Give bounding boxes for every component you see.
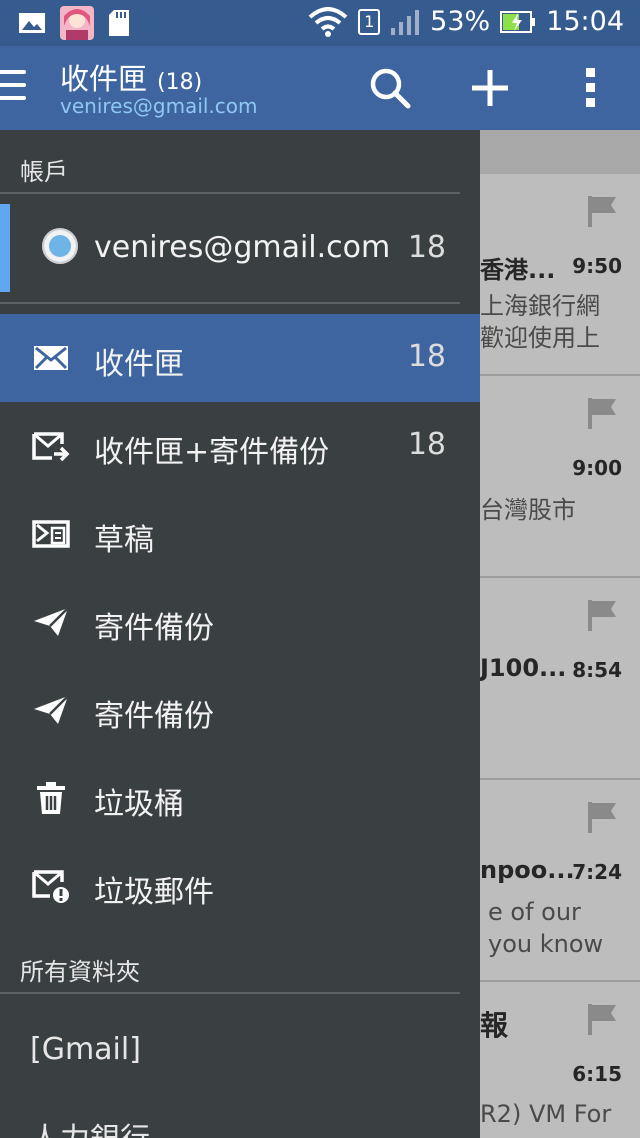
overflow-icon[interactable] xyxy=(566,64,614,112)
message-preview: you know xyxy=(488,930,604,958)
message-preview: R2) VM For xyxy=(480,1100,612,1128)
folder-drafts[interactable]: 草稿 xyxy=(0,490,480,578)
folder-sent[interactable]: 寄件備份 xyxy=(0,578,480,666)
message-list-background: 香港... 9:50 上海銀行網 歡迎使用上 9:00 台灣股市 J100...… xyxy=(480,130,640,1138)
account-item[interactable]: venires@gmail.com 18 xyxy=(0,204,480,294)
spam-icon xyxy=(32,870,69,903)
unread-count: (18) xyxy=(157,70,203,95)
folder-trash[interactable]: 垃圾桶 xyxy=(0,754,480,842)
account-subtitle: venires@gmail.com xyxy=(60,94,258,118)
add-icon[interactable] xyxy=(466,64,514,112)
message-preview: 上海銀行網 xyxy=(480,292,600,320)
message-preview: 台灣股市 xyxy=(480,496,576,524)
message-subject: 香港... xyxy=(480,256,556,284)
folder-inbox-sent[interactable]: 收件匣+寄件備份 18 xyxy=(0,402,480,490)
folder-label: 收件匣+寄件備份 xyxy=(94,435,330,470)
flag-icon[interactable] xyxy=(586,1002,620,1036)
drafts-icon xyxy=(32,520,70,548)
account-color-bar xyxy=(0,204,10,292)
app-avatar-icon xyxy=(60,6,94,40)
list-item[interactable]: 9:00 台灣股市 xyxy=(480,376,640,578)
folder-sent-2[interactable]: 寄件備份 xyxy=(0,666,480,754)
message-time: 7:24 xyxy=(572,860,622,884)
folder-job-bank[interactable]: 人力銀行 xyxy=(30,1114,150,1138)
message-subject: J100... xyxy=(480,654,567,682)
message-subject: 報 xyxy=(480,1009,509,1042)
folder-label: 草稿 xyxy=(94,523,154,558)
list-item[interactable]: J100... 8:54 xyxy=(480,578,640,780)
folder-label: 寄件備份 xyxy=(94,611,214,646)
message-time: 9:50 xyxy=(572,254,622,278)
trash-icon xyxy=(37,782,65,814)
signal-icon xyxy=(391,9,420,35)
account-email: venires@gmail.com xyxy=(94,230,391,265)
flag-icon[interactable] xyxy=(586,396,620,430)
message-time: 8:54 xyxy=(572,658,622,682)
message-preview: 歡迎使用上 xyxy=(480,324,600,352)
battery-charging-icon xyxy=(500,10,536,33)
search-icon[interactable] xyxy=(366,64,414,112)
folder-spam[interactable]: 垃圾郵件 xyxy=(0,842,480,930)
wifi-icon xyxy=(308,6,348,37)
message-subject: npoo... xyxy=(480,856,575,884)
divider xyxy=(0,192,460,194)
all-folders-header: 所有資料夾 xyxy=(20,958,140,986)
folder-count: 18 xyxy=(407,427,446,462)
sim-icon: 1 xyxy=(358,8,381,35)
page-title: 收件匣 (18) xyxy=(60,56,202,98)
list-item[interactable]: 報 6:15 R2) VM For xyxy=(480,982,640,1138)
list-item[interactable]: 香港... 9:50 上海銀行網 歡迎使用上 xyxy=(480,174,640,376)
sd-card-icon xyxy=(109,10,129,36)
send-icon xyxy=(34,607,69,636)
menu-icon[interactable] xyxy=(0,70,26,106)
account-radio-icon xyxy=(42,228,78,264)
send-icon xyxy=(34,695,69,724)
folder-label: 垃圾郵件 xyxy=(94,875,214,910)
folder-label: 收件匣 xyxy=(94,347,184,382)
message-time: 9:00 xyxy=(572,456,622,480)
divider xyxy=(0,992,460,994)
clock: 15:04 xyxy=(546,6,624,37)
inbox-sent-icon xyxy=(32,432,70,462)
battery-percent: 53% xyxy=(430,6,491,37)
title-text: 收件匣 xyxy=(60,62,148,96)
folder-count: 18 xyxy=(407,339,446,374)
status-bar: 1 53% 15:04 xyxy=(0,0,640,46)
folder-inbox[interactable]: 收件匣 18 xyxy=(0,314,480,402)
message-preview: e of our xyxy=(488,898,581,926)
picture-icon xyxy=(19,13,45,33)
list-item[interactable]: npoo... 7:24 e of our you know xyxy=(480,780,640,982)
accounts-header: 帳戶 xyxy=(20,158,68,186)
account-unread-count: 18 xyxy=(407,230,446,265)
folder-label: 垃圾桶 xyxy=(94,787,184,822)
folder-gmail[interactable]: [Gmail] xyxy=(30,1032,141,1067)
inbox-icon xyxy=(34,346,68,370)
folder-label: 寄件備份 xyxy=(94,699,214,734)
divider xyxy=(0,302,460,304)
message-time: 6:15 xyxy=(572,1062,622,1086)
navigation-drawer: 帳戶 venires@gmail.com 18 收件匣 18 收件匣+寄件備份 … xyxy=(0,130,480,1138)
flag-icon[interactable] xyxy=(586,194,620,228)
app-bar: 收件匣 (18) venires@gmail.com xyxy=(0,46,640,130)
flag-icon[interactable] xyxy=(586,598,620,632)
flag-icon[interactable] xyxy=(586,800,620,834)
